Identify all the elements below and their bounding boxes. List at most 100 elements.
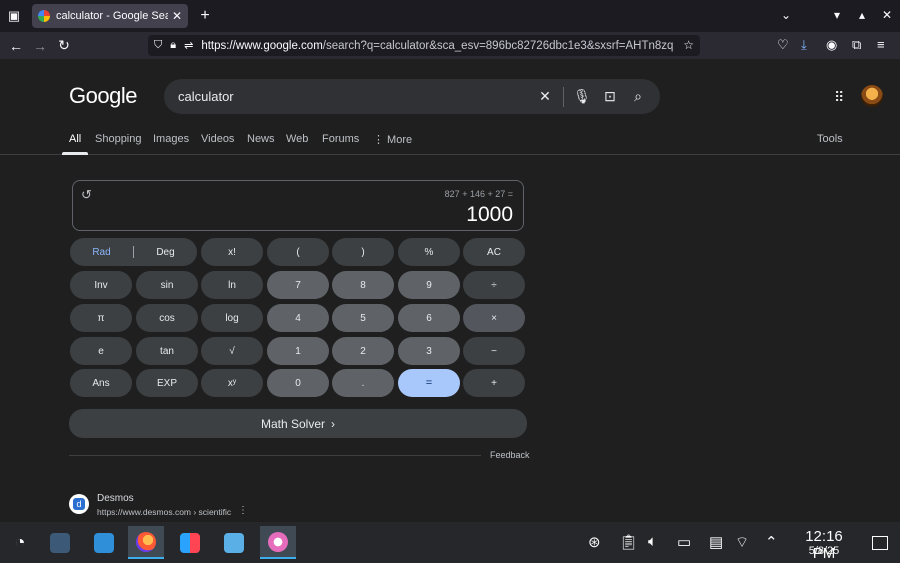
google-favicon-icon	[38, 10, 50, 22]
key-inv[interactable]: Inv	[70, 271, 132, 299]
deg-button[interactable]: Deg	[134, 247, 197, 258]
clear-icon[interactable]: ✕	[531, 88, 559, 105]
chevron-down-icon[interactable]: ⌄	[781, 8, 791, 22]
extensions-icon[interactable]: ⧉	[852, 37, 861, 53]
address-bar[interactable]: ⛉ 🔒︎ ⇌ https://www.google.com/search?q=c…	[148, 35, 700, 56]
tab-videos[interactable]: Videos	[201, 133, 234, 145]
key-minus[interactable]: −	[463, 337, 525, 365]
key-cos[interactable]: cos	[136, 304, 198, 332]
url-text[interactable]: https://www.google.com/search?q=calculat…	[201, 40, 700, 52]
app-launcher-icon[interactable]: ◔	[2, 526, 38, 559]
permissions-icon[interactable]: ⇌	[184, 39, 193, 52]
key-sqrt[interactable]: √	[201, 337, 263, 365]
key-0[interactable]: 0	[267, 369, 329, 397]
key-plus[interactable]: +	[463, 369, 525, 397]
key-6[interactable]: 6	[398, 304, 460, 332]
shield-icon[interactable]: ⛉	[154, 39, 162, 52]
key-percent[interactable]: %	[398, 238, 460, 266]
key-5[interactable]: 5	[332, 304, 394, 332]
clock-date[interactable]: 5/8/25	[796, 545, 852, 557]
tab-more[interactable]: ⋮ More	[373, 133, 412, 146]
lens-camera-icon[interactable]: ⊡	[596, 88, 624, 105]
chevron-up-icon[interactable]: ⌃	[765, 533, 778, 551]
microphone-icon[interactable]: 🎙︎	[568, 88, 596, 105]
maximize-icon[interactable]: ▴	[859, 8, 865, 22]
minimize-icon[interactable]: ▾	[834, 8, 840, 22]
avatar[interactable]	[861, 85, 883, 107]
back-arrow-icon[interactable]: ←	[4, 34, 28, 58]
bookmark-star-icon[interactable]: ☆	[683, 38, 694, 52]
key-1[interactable]: 1	[267, 337, 329, 365]
key-ln[interactable]: ln	[201, 271, 263, 299]
tab-forums[interactable]: Forums	[322, 133, 359, 145]
result-url[interactable]: https://www.desmos.com › scientific	[97, 507, 231, 517]
firefox-icon[interactable]	[128, 526, 164, 559]
key-log[interactable]: log	[201, 304, 263, 332]
new-tab-button[interactable]: +	[196, 6, 214, 26]
forward-arrow-icon[interactable]: →	[28, 34, 52, 58]
system-settings-icon[interactable]	[42, 526, 78, 559]
key-7[interactable]: 7	[267, 271, 329, 299]
account-icon[interactable]: ◉	[826, 37, 837, 53]
pocket-icon[interactable]: ♡	[777, 37, 789, 53]
tab-news[interactable]: News	[247, 133, 275, 145]
key-ans[interactable]: Ans	[70, 369, 132, 397]
key-close-paren[interactable]: )	[332, 238, 394, 266]
search-input[interactable]: calculator	[178, 89, 531, 104]
divider	[69, 455, 481, 456]
search-icon[interactable]: ⌕	[624, 88, 652, 105]
switch-emulator-icon[interactable]	[172, 526, 208, 559]
result-site-name[interactable]: Desmos	[97, 493, 134, 504]
key-power[interactable]: xʸ	[201, 369, 263, 397]
download-icon[interactable]: ⤓	[801, 37, 807, 53]
tab-shopping[interactable]: Shopping	[95, 133, 142, 145]
tab-web[interactable]: Web	[286, 133, 308, 145]
discover-store-icon[interactable]	[86, 526, 122, 559]
tools-button[interactable]: Tools	[817, 133, 843, 145]
lock-icon[interactable]: 🔒︎	[170, 39, 176, 52]
key-multiply[interactable]: ×	[463, 304, 525, 332]
tab-close-icon[interactable]: ✕	[172, 9, 182, 23]
key-open-paren[interactable]: (	[267, 238, 329, 266]
key-sin[interactable]: sin	[136, 271, 198, 299]
key-8[interactable]: 8	[332, 271, 394, 299]
battery-icon[interactable]: ▭	[677, 533, 691, 551]
key-e[interactable]: e	[70, 337, 132, 365]
math-solver-button[interactable]: Math Solver ›	[69, 409, 527, 438]
tab-list-icon[interactable]: ▣	[0, 0, 28, 32]
volume-icon[interactable]: 🔈︎	[648, 533, 657, 550]
close-window-icon[interactable]: ✕	[882, 8, 892, 22]
key-4[interactable]: 4	[267, 304, 329, 332]
key-2[interactable]: 2	[332, 337, 394, 365]
key-divide[interactable]: ÷	[463, 271, 525, 299]
pink-app-icon[interactable]	[260, 526, 296, 559]
steam-icon[interactable]: ⊛	[588, 533, 601, 551]
key-all-clear[interactable]: AC	[463, 238, 525, 266]
browser-tab[interactable]: calculator - Google Search ✕	[32, 4, 188, 28]
key-9[interactable]: 9	[398, 271, 460, 299]
google-logo[interactable]: Google	[69, 83, 137, 109]
clipboard-icon[interactable]: 📋︎	[619, 533, 638, 551]
search-box[interactable]: calculator ✕ 🎙︎ ⊡ ⌕	[164, 79, 660, 114]
reload-icon[interactable]: ↻	[52, 34, 76, 58]
menu-icon[interactable]: ≡	[877, 37, 885, 52]
show-desktop-icon[interactable]	[872, 536, 888, 550]
file-manager-icon[interactable]	[216, 526, 252, 559]
storage-device-icon[interactable]: ▤	[709, 533, 723, 551]
key-3[interactable]: 3	[398, 337, 460, 365]
rad-button[interactable]: Rad	[70, 247, 133, 258]
tab-all[interactable]: All	[61, 133, 89, 155]
feedback-link[interactable]: Feedback	[490, 450, 530, 460]
angle-mode-toggle[interactable]: Rad Deg	[70, 238, 197, 266]
key-equals[interactable]: =	[398, 369, 460, 397]
tab-images[interactable]: Images	[153, 133, 189, 145]
wifi-icon[interactable]: ⌔	[735, 533, 749, 552]
key-pi[interactable]: π	[70, 304, 132, 332]
key-exp[interactable]: EXP	[136, 369, 198, 397]
key-factorial[interactable]: x!	[201, 238, 263, 266]
key-decimal[interactable]: .	[332, 369, 394, 397]
key-tan[interactable]: tan	[136, 337, 198, 365]
more-options-icon[interactable]: ⋮	[238, 505, 248, 516]
history-icon[interactable]: ↺	[81, 187, 92, 203]
apps-grid-icon[interactable]: ⠿	[834, 89, 844, 106]
